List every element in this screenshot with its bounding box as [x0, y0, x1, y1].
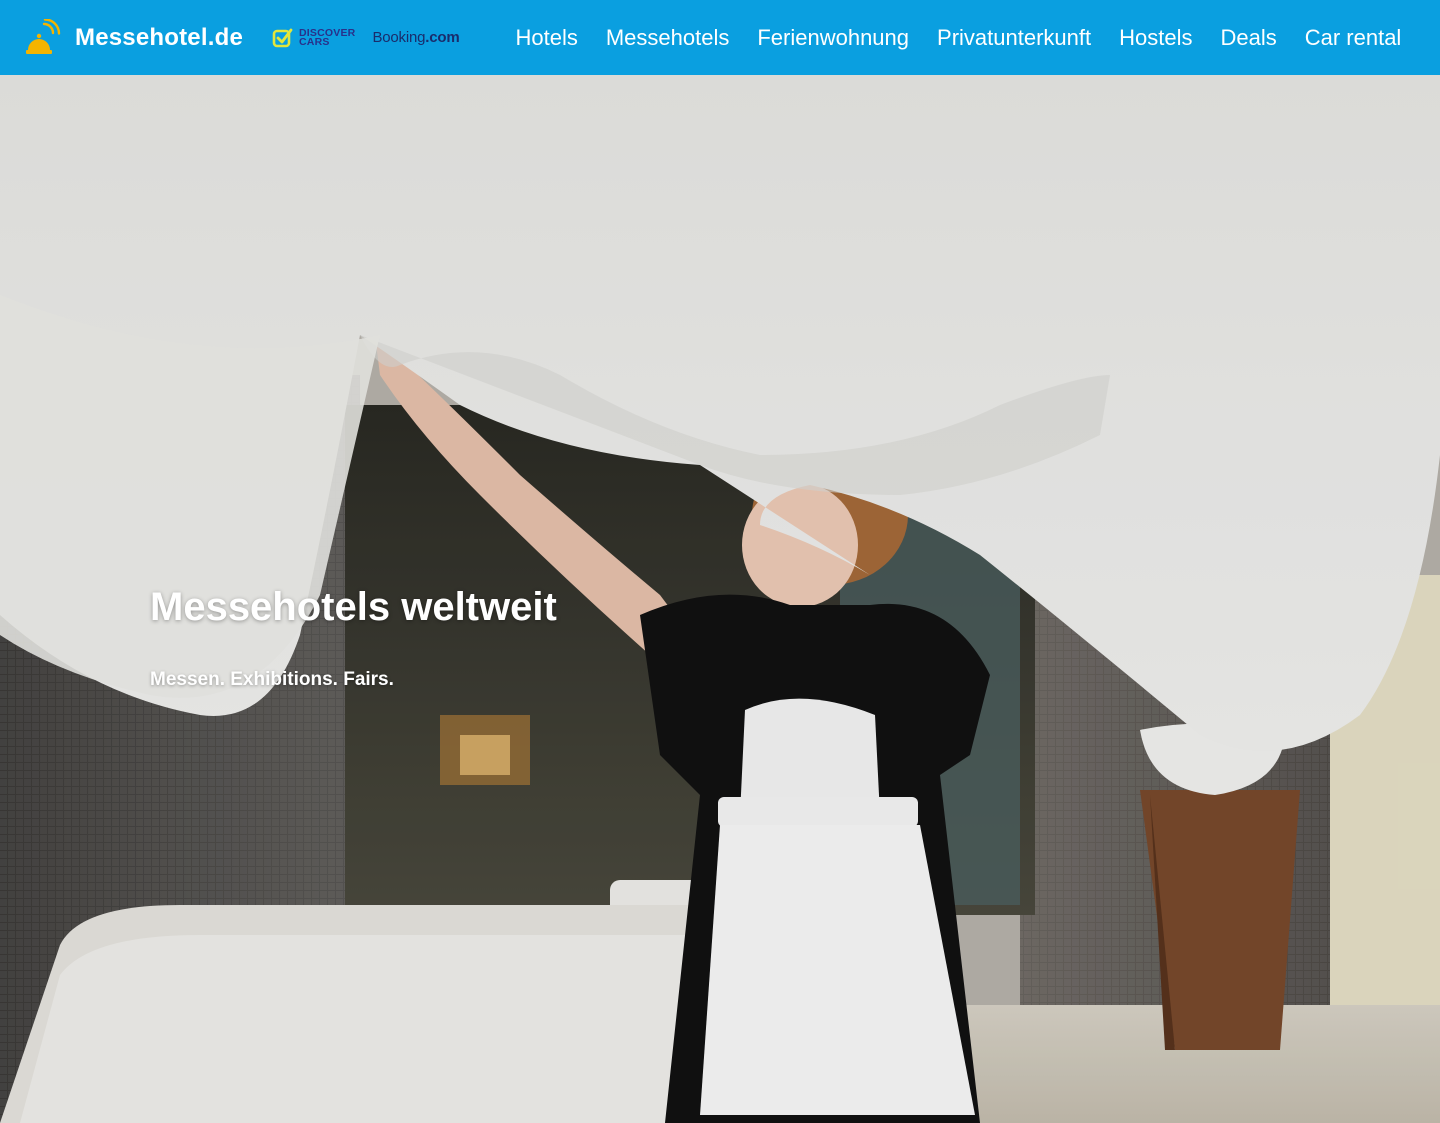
- hero-title: Messehotels weltweit: [150, 585, 557, 629]
- nav-item-ferienwohnung[interactable]: Ferienwohnung: [757, 25, 909, 51]
- brand-name: Messehotel.de: [75, 23, 243, 51]
- discovercars-logo-link[interactable]: DISCOVER CARS: [272, 27, 355, 49]
- nav-item-car-rental[interactable]: Car rental: [1305, 25, 1402, 51]
- hero-subtitle: Messen. Exhibitions. Fairs.: [150, 669, 394, 690]
- hero-section: Messehotels weltweit Messen. Exhibitions…: [0, 75, 1440, 1123]
- nav-item-hotels[interactable]: Hotels: [515, 25, 577, 51]
- nav-item-privatunterkunft[interactable]: Privatunterkunft: [937, 25, 1091, 51]
- checkbox-check-icon: [272, 28, 293, 47]
- discovercars-line2: CARS: [299, 35, 330, 48]
- nav-item-deals[interactable]: Deals: [1220, 25, 1276, 51]
- main-nav: Hotels Messehotels Ferienwohnung Privatu…: [515, 25, 1401, 51]
- nav-item-hostels[interactable]: Hostels: [1119, 25, 1192, 51]
- hotel-bell-icon: [26, 18, 61, 54]
- nav-item-messehotels[interactable]: Messehotels: [606, 25, 730, 51]
- hero-text-block: Messehotels weltweit Messen. Exhibitions…: [150, 583, 557, 691]
- top-navigation-bar: Messehotel.de DISCOVER CARS Booking.com …: [0, 0, 1440, 75]
- brand-link[interactable]: Messehotel.de: [24, 18, 243, 57]
- booking-wordmark: Booking: [372, 29, 426, 46]
- booking-logo-link[interactable]: Booking.com: [372, 29, 459, 46]
- booking-wordmark-suffix: .com: [425, 29, 460, 46]
- discovercars-wordmark: DISCOVER CARS: [299, 27, 355, 48]
